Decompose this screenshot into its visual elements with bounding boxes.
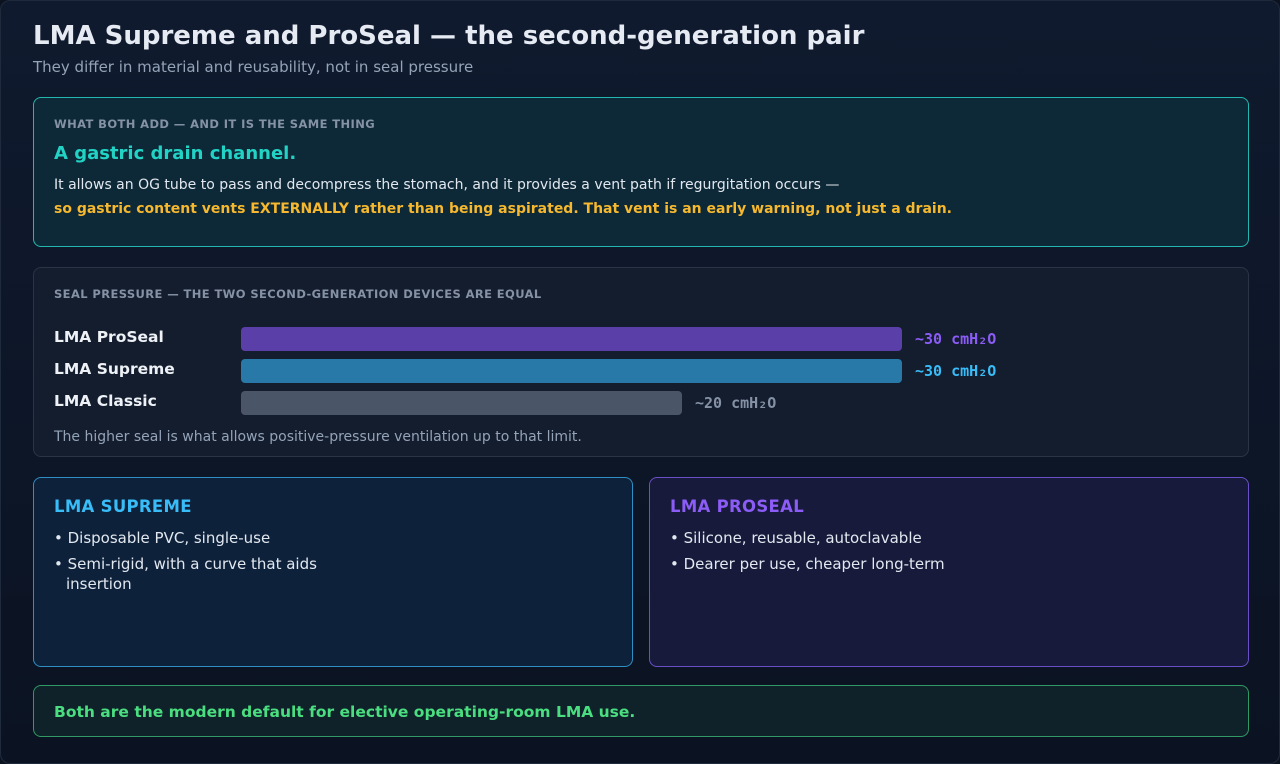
supreme-feature-list: • Disposable PVC, single-use • Semi-rigi…: [54, 528, 324, 600]
bar: [241, 391, 682, 415]
bar-track: ~30 cmH₂O: [241, 327, 996, 351]
seal-pressure-panel: SEAL PRESSURE — THE TWO SECOND-GENERATIO…: [33, 267, 1249, 457]
drain-description: It allows an OG tube to pass and decompr…: [54, 177, 840, 193]
drain-section-label: WHAT BOTH ADD — AND IT IS THE SAME THING: [54, 117, 376, 131]
seal-note: The higher seal is what allows positive-…: [54, 429, 582, 445]
bar-track: ~20 cmH₂O: [241, 391, 902, 415]
page-subtitle: They differ in material and reusability,…: [33, 58, 474, 76]
bar-label: LMA Classic: [54, 392, 157, 410]
bar-value-label: ~20 cmH₂O: [695, 394, 777, 412]
bar-label: LMA ProSeal: [54, 328, 164, 346]
proseal-heading: LMA PROSEAL: [670, 497, 805, 516]
proseal-feature-list: • Silicone, reusable, autoclavable • Dea…: [670, 528, 945, 580]
drain-warning: so gastric content vents EXTERNALLY rath…: [54, 201, 952, 217]
slide-frame: LMA Supreme and ProSeal — the second-gen…: [0, 0, 1280, 764]
default-banner-text: Both are the modern default for elective…: [54, 703, 636, 721]
seal-section-label: SEAL PRESSURE — THE TWO SECOND-GENERATIO…: [54, 287, 542, 301]
drain-channel-panel: WHAT BOTH ADD — AND IT IS THE SAME THING…: [33, 97, 1249, 247]
proseal-card: LMA PROSEAL • Silicone, reusable, autocl…: [649, 477, 1249, 667]
drain-heading: A gastric drain channel.: [54, 143, 297, 164]
bar-label: LMA Supreme: [54, 360, 175, 378]
bar-value-label: ~30 cmH₂O: [915, 362, 997, 380]
page-title: LMA Supreme and ProSeal — the second-gen…: [33, 21, 865, 51]
bar-track: ~30 cmH₂O: [241, 359, 996, 383]
bar: [241, 327, 902, 351]
bar: [241, 359, 902, 383]
list-item: • Semi-rigid, with a curve that aids ins…: [54, 555, 317, 593]
list-item: • Silicone, reusable, autoclavable: [670, 529, 922, 547]
list-item: • Dearer per use, cheaper long-term: [670, 555, 945, 573]
default-banner: Both are the modern default for elective…: [33, 685, 1249, 737]
bar-value-label: ~30 cmH₂O: [915, 330, 997, 348]
supreme-card: LMA SUPREME • Disposable PVC, single-use…: [33, 477, 633, 667]
list-item: • Disposable PVC, single-use: [54, 529, 271, 547]
supreme-heading: LMA SUPREME: [54, 497, 192, 516]
